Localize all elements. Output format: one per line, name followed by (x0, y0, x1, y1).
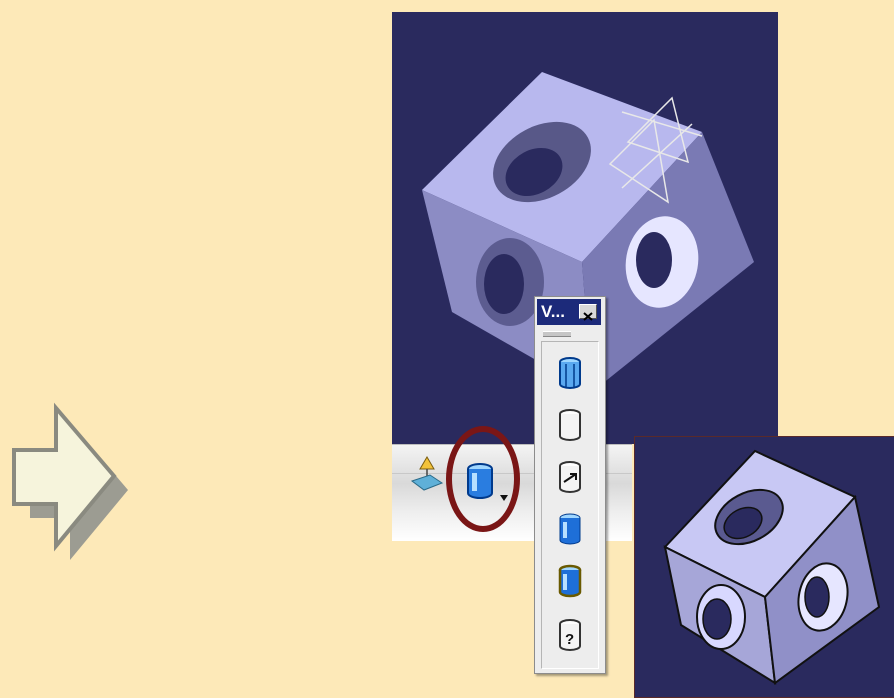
compass-icon[interactable] (410, 455, 444, 493)
result-preview (634, 436, 894, 698)
next-arrow-icon (12, 402, 128, 560)
palette-grip[interactable] (543, 331, 571, 337)
palette-title-text: V... (541, 302, 565, 321)
view-mode-palette: V... ? (534, 296, 606, 674)
customize-view-icon[interactable]: ? (556, 618, 584, 652)
palette-icon-list: ? (541, 341, 599, 669)
close-icon (583, 312, 593, 321)
customize-view-label: ? (565, 631, 574, 648)
palette-title[interactable]: V... (537, 299, 601, 325)
close-button[interactable] (579, 304, 597, 321)
shading-icon[interactable] (556, 512, 584, 546)
highlight-circle (446, 426, 520, 532)
edges-only-icon[interactable] (556, 408, 584, 442)
iso-wireframe-icon[interactable] (556, 356, 584, 390)
shading-with-edges-icon[interactable] (556, 564, 584, 598)
hidden-edges-icon[interactable] (556, 460, 584, 494)
